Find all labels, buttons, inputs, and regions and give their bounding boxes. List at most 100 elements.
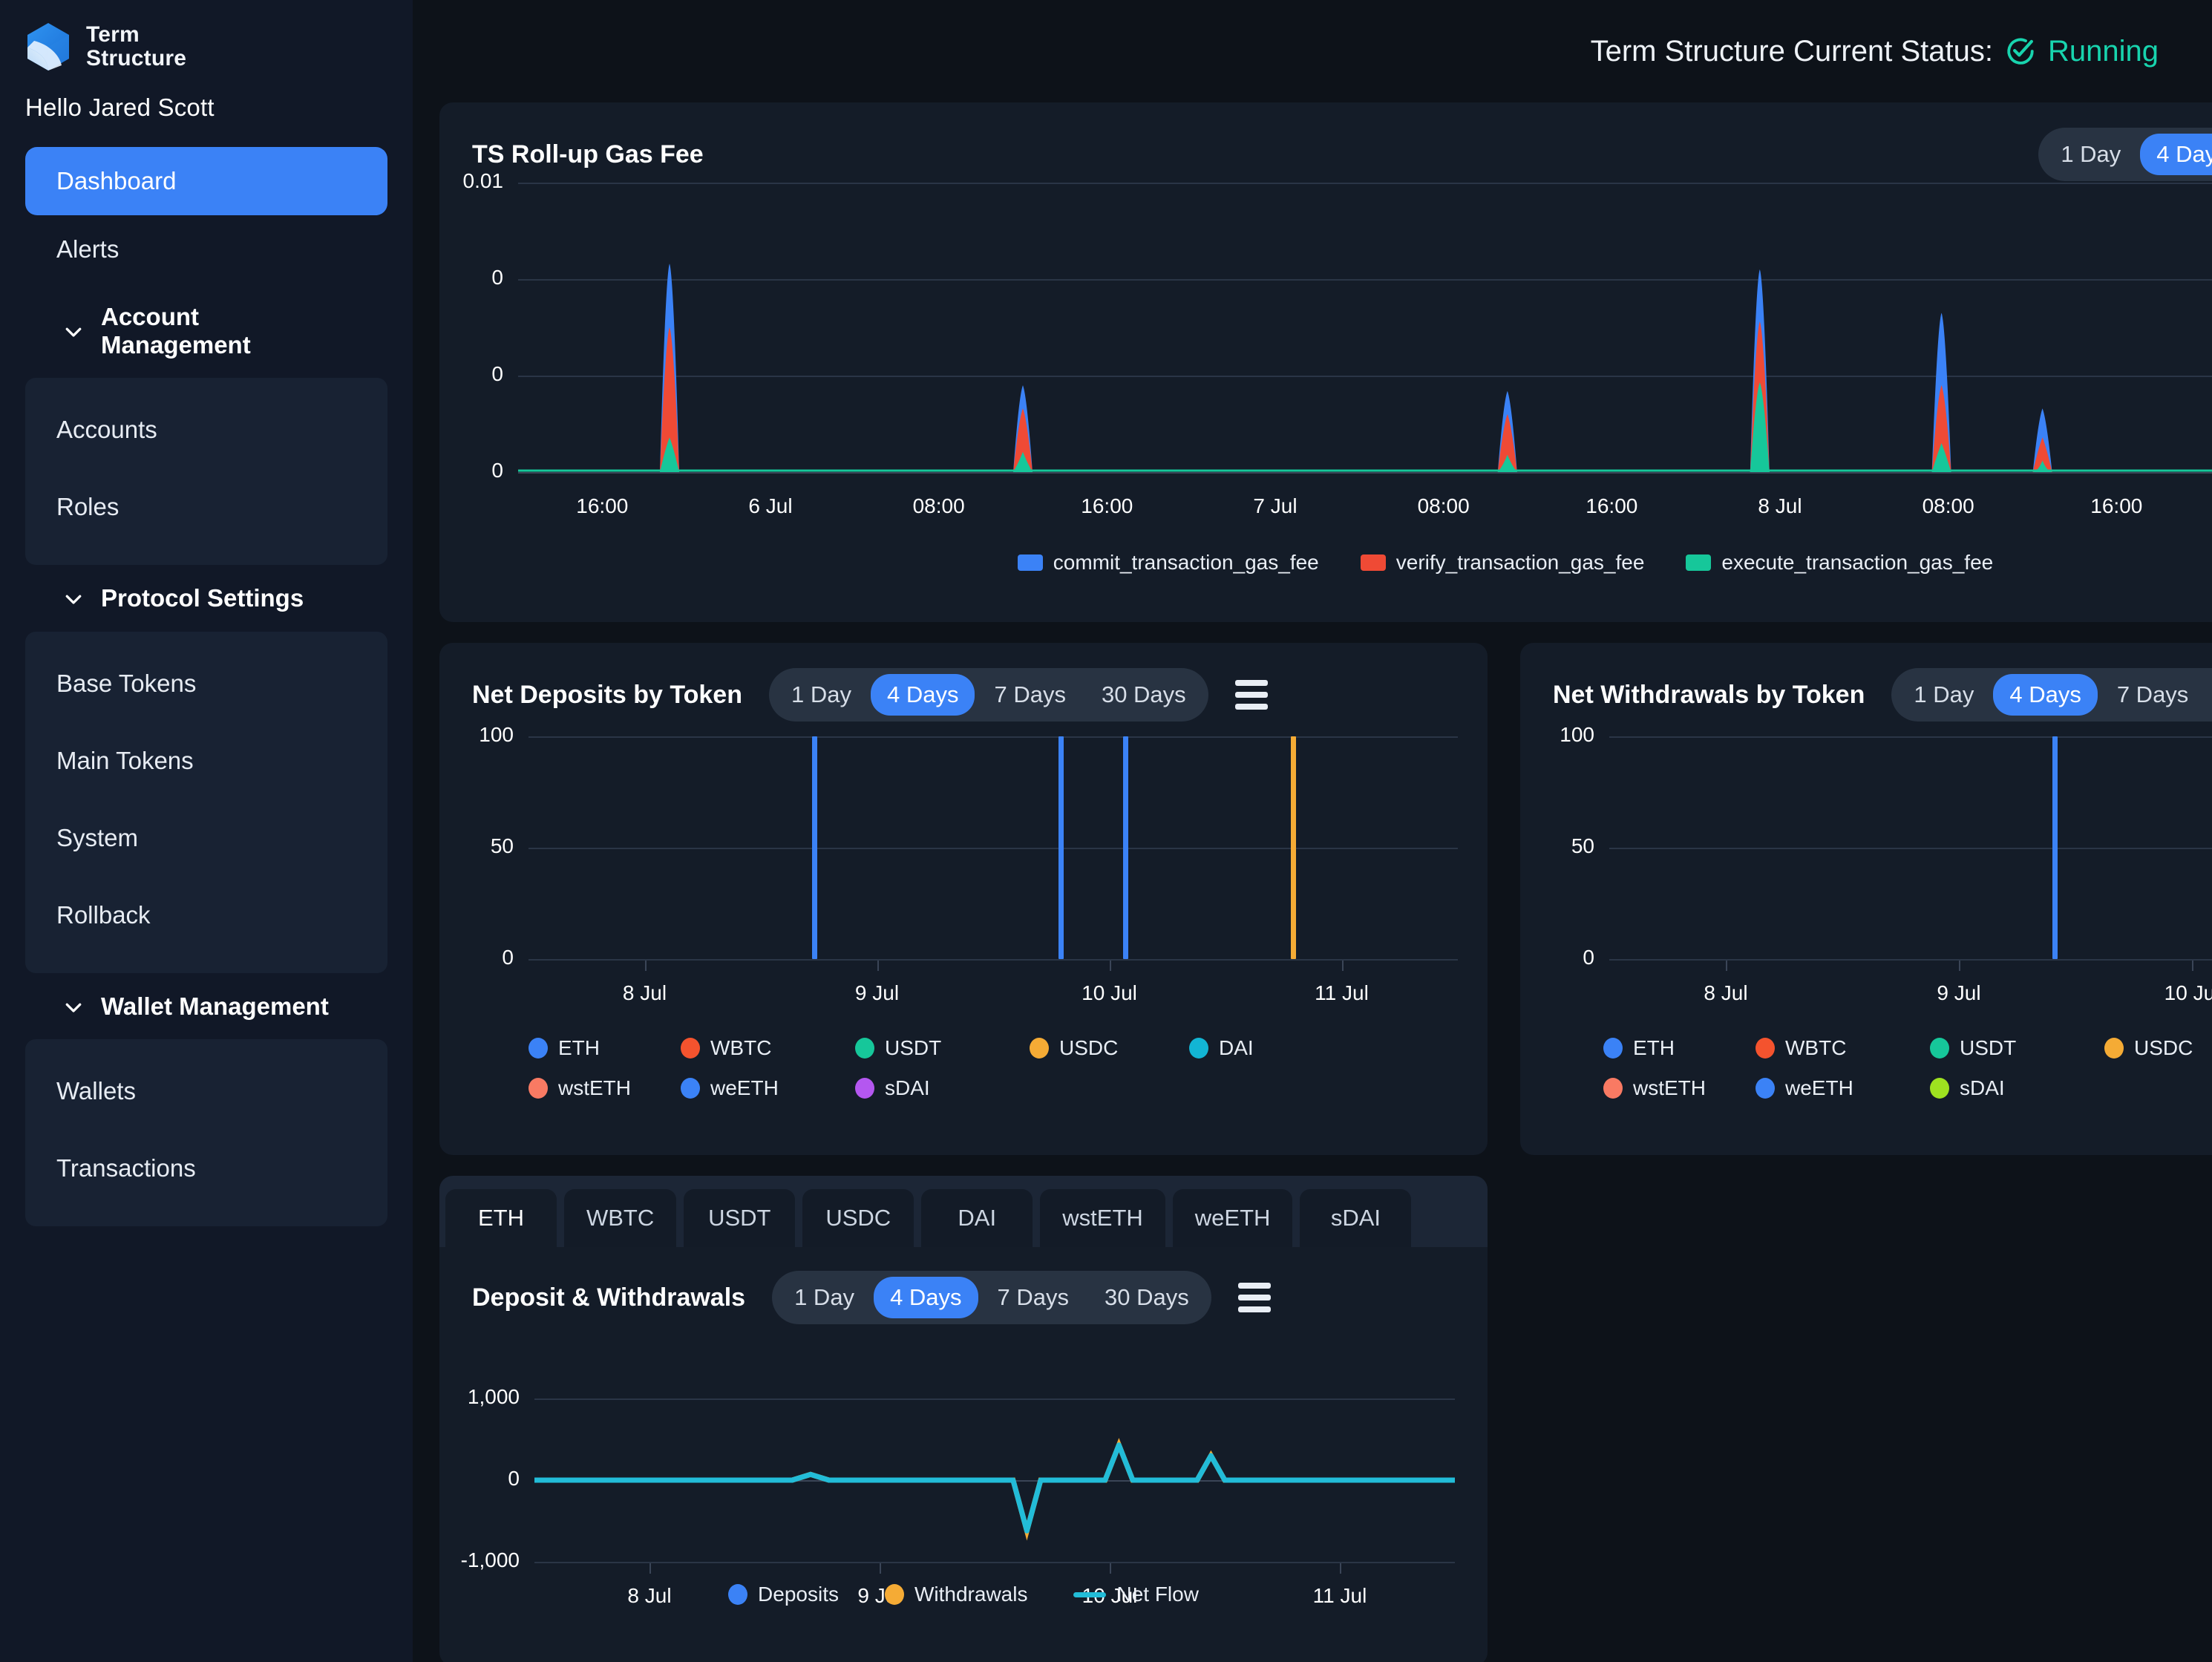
sidebar-item-transactions[interactable]: Transactions: [25, 1130, 387, 1207]
net-deposits-legend: ETH WBTC USDT USDC DAI wstETH weETH sDAI: [529, 1036, 1434, 1100]
tab-sdai[interactable]: sDAI: [1300, 1189, 1412, 1247]
legend-item[interactable]: wstETH: [529, 1076, 681, 1100]
tab-wsteth[interactable]: wstETH: [1040, 1189, 1165, 1247]
sidebar-item-accounts[interactable]: Accounts: [25, 391, 387, 468]
sidebar-group-account-management[interactable]: Account Management: [0, 284, 413, 378]
legend-item[interactable]: commit_transaction_gas_fee: [1017, 551, 1319, 575]
range-4-days[interactable]: 4 Days: [870, 674, 975, 716]
legend-item[interactable]: ETH: [1603, 1036, 1755, 1060]
app-root: Term Structure Hello Jared Scott Dashboa…: [0, 0, 2212, 1662]
range-4-days[interactable]: 4 Days: [2140, 134, 2212, 175]
gas-fee-title: TS Roll-up Gas Fee: [472, 140, 704, 169]
y-axis-tick: 50: [490, 834, 514, 857]
legend-label: ETH: [1633, 1036, 1675, 1059]
gridline: [1609, 848, 2212, 849]
range-7-days[interactable]: 7 Days: [981, 1277, 1085, 1318]
sidebar-item-wallets[interactable]: Wallets: [25, 1053, 387, 1130]
brand-line-1: Term: [86, 22, 140, 47]
legend-item[interactable]: WBTC: [681, 1036, 855, 1060]
tab-wbtc[interactable]: WBTC: [564, 1189, 677, 1247]
status-label: Term Structure Current Status:: [1590, 34, 1993, 68]
range-1-day[interactable]: 1 Day: [778, 1277, 871, 1318]
legend-swatch: [1073, 1591, 1107, 1597]
x-axis-tick: 6 Jul: [748, 494, 793, 517]
tab-dai[interactable]: DAI: [921, 1189, 1033, 1247]
legend-swatch: [855, 1078, 874, 1099]
legend-item[interactable]: sDAI: [1930, 1076, 2104, 1100]
legend-label: USDC: [2134, 1036, 2193, 1059]
token-tabs[interactable]: ETH WBTC USDT USDC DAI wstETH weETH sDAI: [439, 1176, 1488, 1247]
bar-eth: [2052, 736, 2058, 959]
legend-item[interactable]: USDC: [2104, 1036, 2212, 1060]
sidebar-item-label: Transactions: [56, 1154, 196, 1182]
y-axis-tick: -1,000: [460, 1548, 520, 1571]
legend-item[interactable]: USDT: [855, 1036, 1030, 1060]
legend-label: sDAI: [1960, 1076, 2005, 1099]
legend-item[interactable]: weETH: [1755, 1076, 1930, 1100]
sidebar-group-protocol-settings[interactable]: Protocol Settings: [0, 565, 413, 632]
range-1-day[interactable]: 1 Day: [1897, 674, 1990, 716]
legend-swatch: [1930, 1038, 1949, 1059]
legend-item[interactable]: WBTC: [1755, 1036, 1930, 1060]
sidebar-item-label: Alerts: [56, 235, 120, 263]
hamburger-menu-icon[interactable]: [1237, 1283, 1271, 1312]
hamburger-menu-icon[interactable]: [1234, 680, 1268, 710]
legend-label: USDC: [1059, 1036, 1119, 1059]
legend-item[interactable]: wstETH: [1603, 1076, 1755, 1100]
deposits-range-selector[interactable]: 1 Day 4 Days 7 Days 30 Days: [769, 668, 1208, 722]
range-1-day[interactable]: 1 Day: [2044, 134, 2137, 175]
tab-eth[interactable]: ETH: [445, 1189, 557, 1247]
range-7-days[interactable]: 7 Days: [2101, 674, 2205, 716]
y-axis-tick: 0: [508, 1467, 520, 1490]
range-7-days[interactable]: 7 Days: [978, 674, 1082, 716]
range-1-day[interactable]: 1 Day: [775, 674, 868, 716]
legend-item[interactable]: execute_transaction_gas_fee: [1686, 551, 1993, 575]
legend-label: execute_transaction_gas_fee: [1721, 551, 1994, 574]
sidebar-item-dashboard[interactable]: Dashboard: [25, 147, 387, 215]
legend-item[interactable]: Deposits: [728, 1583, 839, 1606]
bar-eth: [811, 736, 817, 959]
axis-tickmark: [1340, 1563, 1341, 1574]
gas-range-selector[interactable]: 1 Day 4 Days 7 Days 30 Days: [2038, 128, 2212, 181]
sidebar-item-system[interactable]: System: [25, 799, 387, 877]
range-30-days[interactable]: 30 Days: [2208, 674, 2212, 716]
tab-weeth[interactable]: weETH: [1172, 1189, 1293, 1247]
legend-item[interactable]: ETH: [529, 1036, 681, 1060]
sidebar-item-label: Main Tokens: [56, 746, 194, 774]
gas-fee-plot: 0.01 0 0 0 16:00 6 Jul 08:00 16:00 7 Jul 08:00 16:…: [463, 169, 2212, 517]
sidebar-group-wallet-management[interactable]: Wallet Management: [0, 973, 413, 1040]
flow-range-selector[interactable]: 1 Day 4 Days 7 Days 30 Days: [772, 1271, 1211, 1324]
withdrawals-range-selector[interactable]: 1 Day 4 Days 7 Days 30 Days: [1891, 668, 2212, 722]
range-4-days[interactable]: 4 Days: [874, 1277, 978, 1318]
legend-swatch: [1686, 554, 1712, 571]
axis-tickmark: [644, 961, 647, 971]
legend-item[interactable]: Withdrawals: [884, 1583, 1027, 1606]
legend-label: Deposits: [758, 1583, 839, 1606]
gridline: [534, 1562, 1455, 1563]
legend-item[interactable]: USDT: [1930, 1036, 2104, 1060]
range-30-days[interactable]: 30 Days: [1085, 674, 1202, 716]
axis-tickmark: [1341, 961, 1344, 971]
status-badge: Running: [2047, 34, 2159, 68]
sidebar-item-main-tokens[interactable]: Main Tokens: [25, 722, 387, 799]
legend-item[interactable]: weETH: [681, 1076, 855, 1100]
legend-item[interactable]: DAI: [1189, 1036, 1323, 1060]
legend-item[interactable]: Net Flow: [1073, 1583, 1199, 1606]
x-axis-tick: 16:00: [576, 494, 629, 517]
legend-label: DAI: [1219, 1036, 1254, 1059]
brand: Term Structure: [0, 0, 413, 71]
legend-item[interactable]: sDAI: [855, 1076, 1030, 1100]
legend-item[interactable]: USDC: [1030, 1036, 1189, 1060]
range-4-days[interactable]: 4 Days: [1993, 674, 2098, 716]
sidebar-item-base-tokens[interactable]: Base Tokens: [25, 645, 387, 722]
tab-usdc[interactable]: USDC: [802, 1189, 914, 1247]
gas-fee-card: TS Roll-up Gas Fee 1 Day 4 Days 7 Days 3…: [439, 102, 2212, 622]
range-30-days[interactable]: 30 Days: [1088, 1277, 1205, 1318]
sidebar-item-alerts[interactable]: Alerts: [0, 215, 413, 284]
tab-usdt[interactable]: USDT: [684, 1189, 796, 1247]
y-axis-tick: 0: [1583, 946, 1594, 969]
legend-swatch: [728, 1584, 748, 1605]
sidebar-item-roles[interactable]: Roles: [25, 468, 387, 546]
legend-item[interactable]: verify_transaction_gas_fee: [1360, 551, 1644, 575]
sidebar-item-rollback[interactable]: Rollback: [25, 877, 387, 954]
